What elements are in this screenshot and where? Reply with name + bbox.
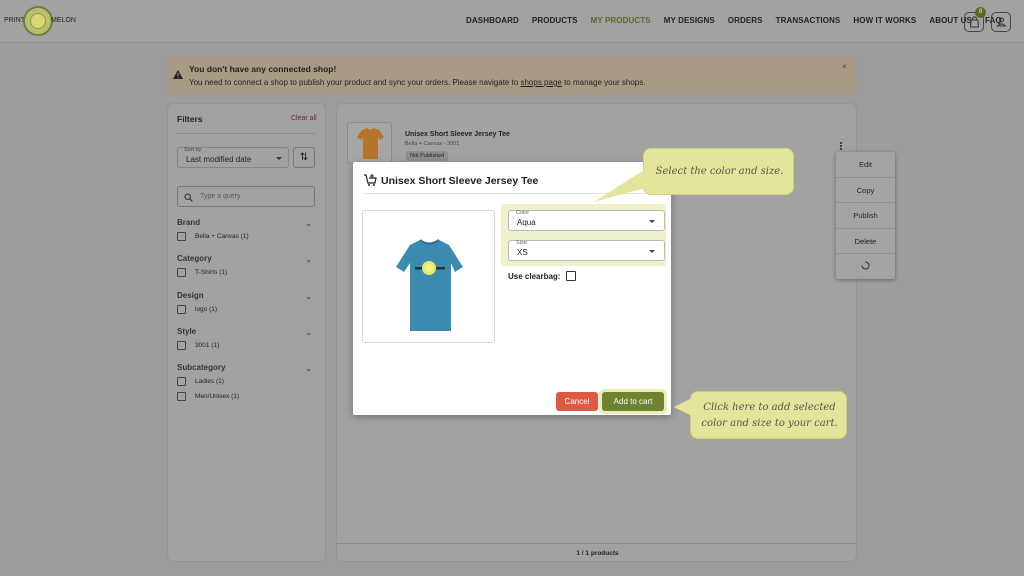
nav-how-it-works[interactable]: HOW IT WORKS (853, 16, 916, 25)
shops-page-link[interactable]: shops page (520, 78, 561, 87)
product-preview-image (362, 210, 495, 343)
print-melon-logo[interactable]: PRINT MELON (4, 6, 79, 38)
filter-option[interactable]: 3001 (1) (177, 341, 219, 350)
no-shop-alert: You don't have any connected shop! You n… (167, 57, 857, 94)
status-badge: Not Published (406, 151, 449, 161)
callout-pointer (594, 170, 652, 202)
logo-text-right: MELON (51, 17, 76, 24)
cart-add-icon (364, 174, 377, 186)
cart-count-badge: 0 (975, 7, 986, 18)
checkbox[interactable] (177, 377, 186, 386)
checkbox[interactable] (177, 305, 186, 314)
color-select[interactable]: Color Aqua (508, 210, 665, 231)
checkbox[interactable] (177, 268, 186, 277)
checkbox[interactable] (177, 341, 186, 350)
filters-panel: Filters Clear all Sort by Last modified … (167, 103, 326, 562)
product-context-menu: Edit Copy Publish Delete (836, 152, 895, 279)
nav-my-products[interactable]: MY PRODUCTS (591, 16, 651, 25)
caret-down-icon (276, 157, 282, 160)
user-button[interactable] (991, 12, 1011, 32)
nav-dashboard[interactable]: DASHBOARD (466, 16, 519, 25)
melon-icon (23, 6, 53, 36)
warning-icon (173, 70, 183, 79)
chevron-down-icon[interactable]: ⌄ (305, 328, 312, 337)
chevron-down-icon[interactable]: ⌄ (305, 219, 312, 228)
sort-direction-button[interactable]: ⇅ (293, 147, 315, 168)
logo-text-left: PRINT (4, 17, 25, 24)
menu-item-delete[interactable]: Delete (836, 237, 895, 246)
search-icon (184, 193, 193, 202)
sort-select[interactable]: Sort by Last modified date (177, 147, 289, 168)
user-icon (996, 17, 1007, 27)
nav-transactions[interactable]: TRANSACTIONS (776, 16, 841, 25)
search-input[interactable]: Type a query (177, 186, 315, 207)
filter-option[interactable]: Men/Unisex (1) (177, 392, 239, 401)
divider (337, 543, 858, 544)
add-to-cart-button[interactable]: Add to cart (602, 392, 664, 411)
product-title[interactable]: Unisex Short Sleeve Jersey Tee (405, 131, 510, 138)
add-to-cart-callout: Click here to add selected color and size… (690, 391, 847, 439)
filter-option[interactable]: Ladies (1) (177, 377, 224, 386)
modal-title: Unisex Short Sleeve Jersey Tee (381, 175, 539, 187)
filters-title: Filters (177, 114, 203, 124)
product-subtitle: Bella + Canvas - 3001 (405, 141, 460, 147)
alert-message: You need to connect a shop to publish yo… (189, 78, 646, 87)
chevron-down-icon[interactable]: ⌄ (305, 364, 312, 373)
checkbox[interactable] (177, 232, 186, 241)
menu-item-publish[interactable]: Publish (836, 211, 895, 220)
alert-title: You don't have any connected shop! (189, 64, 337, 74)
checkbox[interactable] (177, 392, 186, 401)
select-color-size-callout: Select the color and size. (643, 148, 794, 195)
menu-item-edit[interactable]: Edit (836, 160, 895, 169)
nav-orders[interactable]: ORDERS (728, 16, 763, 25)
product-thumbnail[interactable] (347, 122, 392, 164)
nav-products[interactable]: PRODUCTS (532, 16, 578, 25)
chevron-down-icon[interactable]: ⌄ (305, 255, 312, 264)
clear-all-link[interactable]: Clear all (291, 115, 317, 122)
main-nav: DASHBOARD PRODUCTS MY PRODUCTS MY DESIGN… (466, 16, 1015, 25)
spinner-icon (861, 261, 870, 270)
clearbag-checkbox[interactable] (566, 271, 577, 281)
clearbag-option: Use clearbag: (508, 271, 577, 281)
caret-down-icon (649, 220, 655, 223)
caret-down-icon (649, 250, 655, 253)
top-header: PRINT MELON DASHBOARD PRODUCTS MY PRODUC… (0, 0, 1024, 43)
nav-my-designs[interactable]: MY DESIGNS (664, 16, 715, 25)
callout-pointer (674, 397, 694, 417)
divider (177, 133, 315, 134)
product-count: 1 / 1 products (576, 550, 619, 557)
clearbag-label: Use clearbag: (508, 271, 561, 281)
chevron-down-icon[interactable]: ⌄ (305, 292, 312, 301)
filter-option[interactable]: Bella + Canvas (1) (177, 232, 249, 241)
more-options-icon[interactable] (840, 141, 844, 151)
menu-item-copy[interactable]: Copy (836, 186, 895, 195)
cancel-button[interactable]: Cancel (556, 392, 598, 411)
alert-close-button[interactable]: × (842, 62, 847, 71)
filter-option[interactable]: logo (1) (177, 305, 217, 314)
size-select[interactable]: Size XS (508, 240, 665, 261)
filter-option[interactable]: T-Shirts (1) (177, 268, 227, 277)
